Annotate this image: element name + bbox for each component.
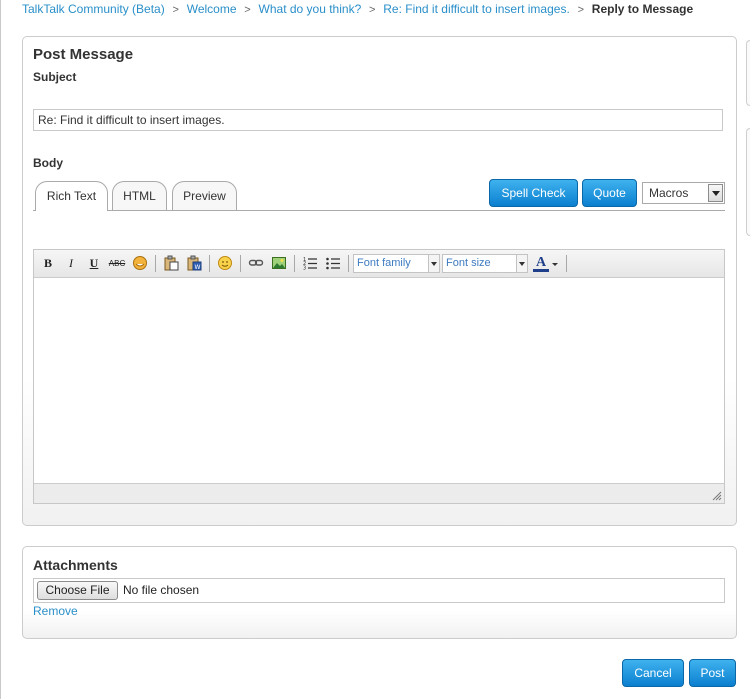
underline-icon[interactable]: U <box>85 255 103 272</box>
bold-icon[interactable]: B <box>39 255 57 272</box>
chevron-down-icon[interactable] <box>428 255 439 272</box>
rich-text-editor: B I U ABC W 1 2 3 Font family Font size … <box>33 249 725 504</box>
chevron-right-icon: > <box>172 4 179 16</box>
post-button[interactable]: Post <box>689 659 736 687</box>
paste-icon[interactable] <box>162 255 180 272</box>
editor-status-bar <box>34 483 724 503</box>
italic-icon[interactable]: I <box>62 255 80 272</box>
cancel-button[interactable]: Cancel <box>622 659 684 687</box>
attachments-panel: Attachments Choose File No file chosen R… <box>22 546 737 639</box>
toolbar-separator <box>294 255 295 272</box>
spell-check-button[interactable]: Spell Check <box>489 179 578 207</box>
clear-format-icon[interactable] <box>131 255 149 272</box>
svg-text:3: 3 <box>303 266 306 272</box>
side-panel-edge <box>746 40 750 106</box>
svg-text:W: W <box>195 264 201 271</box>
strikethrough-icon[interactable]: ABC <box>108 255 126 272</box>
editor-toolbar: B I U ABC W 1 2 3 Font family Font size … <box>34 250 724 278</box>
link-icon[interactable] <box>247 255 265 272</box>
font-family-placeholder: Font family <box>357 257 411 269</box>
subject-input[interactable] <box>33 109 723 131</box>
resize-grip-icon[interactable] <box>712 491 722 501</box>
quote-button[interactable]: Quote <box>582 179 637 207</box>
numbered-list-icon[interactable]: 123 <box>301 255 319 272</box>
chevron-down-icon[interactable] <box>551 255 559 272</box>
chevron-down-icon[interactable] <box>708 184 723 202</box>
emoticon-icon[interactable] <box>216 255 234 272</box>
font-family-select[interactable]: Font family <box>353 254 440 273</box>
editor-content-area[interactable] <box>34 278 724 484</box>
post-message-panel: Post Message Subject Body Rich Text HTML… <box>22 36 737 526</box>
toolbar-separator <box>240 255 241 272</box>
file-status: No file chosen <box>123 583 200 597</box>
chevron-right-icon: > <box>244 4 251 16</box>
tab-preview[interactable]: Preview <box>172 181 237 210</box>
toolbar-separator <box>566 255 567 272</box>
tab-html[interactable]: HTML <box>112 181 167 210</box>
tabs-divider <box>33 210 725 211</box>
post-message-title: Post Message <box>33 46 134 63</box>
subject-label: Subject <box>33 70 77 84</box>
chevron-right-icon: > <box>369 4 376 16</box>
chevron-down-icon[interactable] <box>516 255 527 272</box>
toolbar-separator <box>348 255 349 272</box>
breadcrumb-current: Reply to Message <box>591 2 694 16</box>
breadcrumb-link-what-do-you-think[interactable]: What do you think? <box>259 2 362 16</box>
macros-value: Macros <box>649 186 689 200</box>
toolbar-separator <box>155 255 156 272</box>
choose-file-button[interactable]: Choose File <box>37 581 118 600</box>
body-label: Body <box>33 156 63 170</box>
font-size-placeholder: Font size <box>446 257 491 269</box>
file-input[interactable]: Choose File No file chosen <box>33 578 725 603</box>
toolbar-separator <box>209 255 210 272</box>
left-border <box>0 0 1 699</box>
font-size-select[interactable]: Font size <box>442 254 528 273</box>
tab-rich-text[interactable]: Rich Text <box>35 181 108 211</box>
breadcrumb-link-welcome[interactable]: Welcome <box>187 2 237 16</box>
paste-word-icon[interactable]: W <box>185 255 203 272</box>
attachments-title: Attachments <box>33 557 118 573</box>
insert-image-icon[interactable] <box>270 255 288 272</box>
chevron-right-icon: > <box>577 4 584 16</box>
side-panel-edge <box>746 128 750 236</box>
breadcrumb: TalkTalk Community (Beta) > Welcome > What d… <box>22 2 693 16</box>
remove-link[interactable]: Remove <box>33 604 78 618</box>
macros-select[interactable]: Macros <box>642 182 725 204</box>
bulleted-list-icon[interactable] <box>324 255 342 272</box>
breadcrumb-link-thread[interactable]: Re: Find it difficult to insert images. <box>383 2 570 16</box>
breadcrumb-link-community[interactable]: TalkTalk Community (Beta) <box>22 2 165 16</box>
text-color-icon[interactable]: A <box>533 255 549 272</box>
